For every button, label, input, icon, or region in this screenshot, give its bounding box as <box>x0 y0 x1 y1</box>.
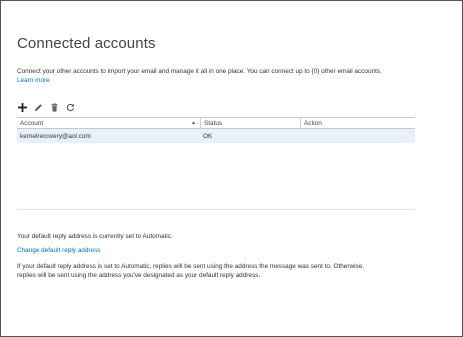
connected-accounts-panel: Connected accounts Connect your other ac… <box>0 0 463 337</box>
plus-icon <box>17 102 27 112</box>
edit-account-button[interactable] <box>33 102 43 112</box>
refresh-button[interactable] <box>65 102 75 112</box>
sort-ascending-icon: ▲ <box>191 120 196 126</box>
page-title: Connected accounts <box>17 35 156 52</box>
learn-more-link[interactable]: Learn more <box>17 77 50 84</box>
description-text: Connect your other accounts to import yo… <box>17 68 382 75</box>
pencil-icon <box>34 103 42 111</box>
delete-account-button[interactable] <box>49 102 59 112</box>
reply-address-description: If your default reply address is set to … <box>17 263 365 279</box>
section-divider <box>17 209 415 210</box>
column-header-status[interactable]: Status <box>200 118 300 128</box>
reply-address-status: Your default reply address is currently … <box>17 233 173 240</box>
page-description: Connect your other accounts to import yo… <box>17 67 389 85</box>
accounts-table: Account ▲ Status Action kernelrecovery@a… <box>17 117 415 143</box>
column-header-action[interactable]: Action <box>300 118 415 128</box>
trash-icon <box>51 102 57 112</box>
add-account-button[interactable] <box>17 102 27 112</box>
column-header-account[interactable]: Account ▲ <box>17 118 200 128</box>
table-row[interactable]: kernelrecovery@aol.com OK <box>17 129 415 143</box>
cell-account: kernelrecovery@aol.com <box>20 132 91 140</box>
refresh-icon <box>66 103 74 111</box>
table-header: Account ▲ Status Action <box>17 117 415 129</box>
accounts-toolbar <box>17 101 75 113</box>
cell-status: OK <box>203 132 213 140</box>
change-reply-address-link[interactable]: Change default reply address <box>17 247 101 254</box>
